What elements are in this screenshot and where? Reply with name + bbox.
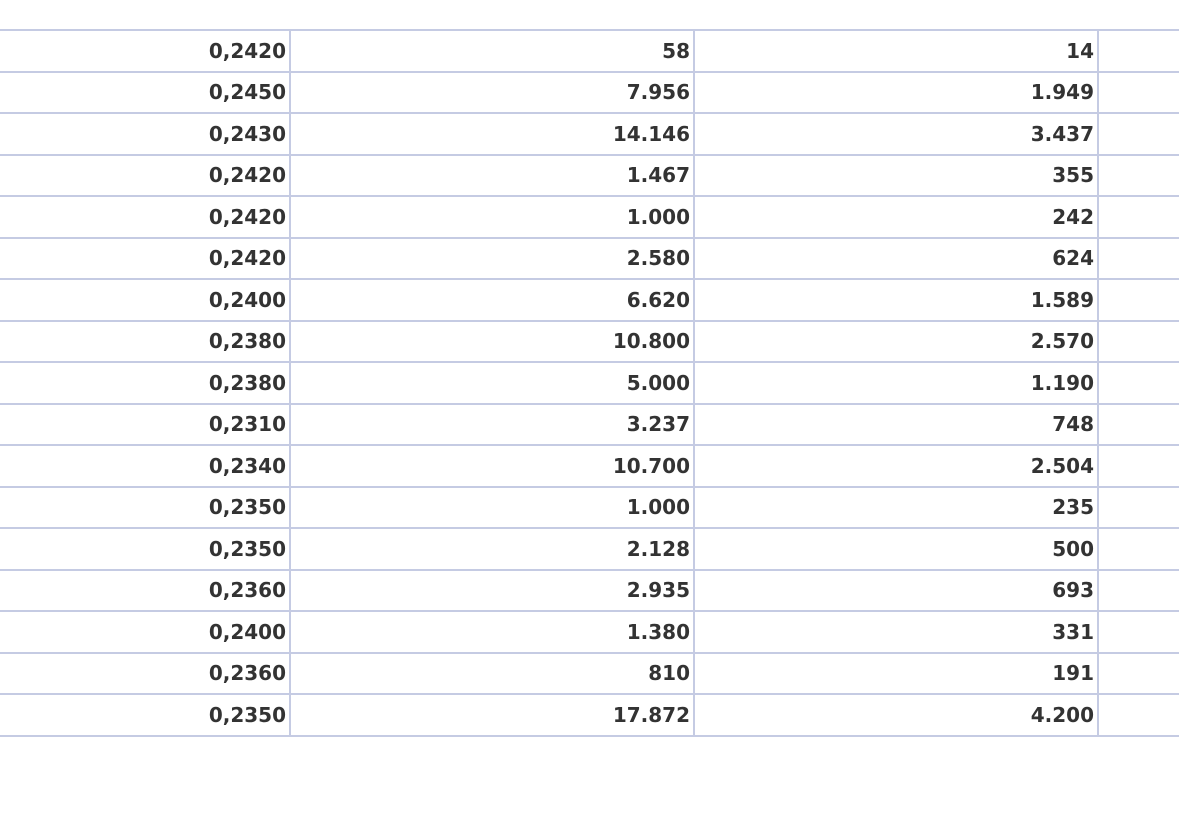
table-row: 0,2400 1.380 331 [0, 610, 1179, 654]
price-cell: 0,2350 [0, 527, 291, 571]
value-cell: 693 [694, 568, 1099, 612]
price-cell: 0,2420 [0, 29, 291, 73]
value-cell: 3.437 [694, 112, 1099, 156]
table-row: 0,2360 810 191 [0, 651, 1179, 695]
price-cell: 0,2380 [0, 319, 291, 363]
price-cell: 0,2420 [0, 236, 291, 280]
empty-cell [1098, 112, 1179, 156]
table-row: 0,2420 1.000 242 [0, 195, 1179, 239]
price-cell: 0,2430 [0, 112, 291, 156]
empty-cell [1098, 402, 1179, 446]
table-row: 0,2420 1.467 355 [0, 153, 1179, 197]
value-cell: 748 [694, 402, 1099, 446]
empty-cell [1098, 485, 1179, 529]
table-row: 0,2420 58 14 [0, 29, 1179, 73]
value-cell: 1.589 [694, 278, 1099, 322]
table-row: 0,2360 2.935 693 [0, 568, 1179, 612]
volume-cell: 2.580 [290, 236, 695, 280]
volume-cell: 17.872 [290, 693, 695, 737]
volume-cell: 6.620 [290, 278, 695, 322]
price-cell: 0,2360 [0, 568, 291, 612]
empty-cell [1098, 651, 1179, 695]
value-cell: 355 [694, 153, 1099, 197]
volume-cell: 10.800 [290, 319, 695, 363]
volume-cell: 3.237 [290, 402, 695, 446]
empty-cell [1098, 29, 1179, 73]
trades-table: 0,2420 58 14 0,2450 7.956 1.949 0,2430 14.146 3.… [0, 29, 1179, 737]
value-cell: 14 [694, 29, 1099, 73]
price-cell: 0,2380 [0, 361, 291, 405]
table-row: 0,2350 17.872 4.200 [0, 693, 1179, 737]
empty-cell [1098, 610, 1179, 654]
table-row: 0,2430 14.146 3.437 [0, 112, 1179, 156]
value-cell: 1.949 [694, 70, 1099, 114]
table-row: 0,2340 10.700 2.504 [0, 444, 1179, 488]
table-row: 0,2450 7.956 1.949 [0, 70, 1179, 114]
volume-cell: 10.700 [290, 444, 695, 488]
volume-cell: 2.935 [290, 568, 695, 612]
value-cell: 4.200 [694, 693, 1099, 737]
empty-cell [1098, 444, 1179, 488]
value-cell: 624 [694, 236, 1099, 280]
price-cell: 0,2360 [0, 651, 291, 695]
empty-cell [1098, 568, 1179, 612]
volume-cell: 1.000 [290, 485, 695, 529]
value-cell: 331 [694, 610, 1099, 654]
volume-cell: 5.000 [290, 361, 695, 405]
value-cell: 191 [694, 651, 1099, 695]
empty-cell [1098, 361, 1179, 405]
table-row: 0,2350 2.128 500 [0, 527, 1179, 571]
value-cell: 500 [694, 527, 1099, 571]
volume-cell: 1.380 [290, 610, 695, 654]
price-cell: 0,2420 [0, 153, 291, 197]
volume-cell: 2.128 [290, 527, 695, 571]
value-cell: 242 [694, 195, 1099, 239]
price-cell: 0,2350 [0, 485, 291, 529]
trades-table-container: 0,2420 58 14 0,2450 7.956 1.949 0,2430 14.146 3.… [0, 29, 1179, 737]
volume-cell: 1.467 [290, 153, 695, 197]
price-cell: 0,2350 [0, 693, 291, 737]
empty-cell [1098, 195, 1179, 239]
table-row: 0,2380 10.800 2.570 [0, 319, 1179, 363]
empty-cell [1098, 236, 1179, 280]
empty-cell [1098, 319, 1179, 363]
value-cell: 1.190 [694, 361, 1099, 405]
table-row: 0,2310 3.237 748 [0, 402, 1179, 446]
price-cell: 0,2310 [0, 402, 291, 446]
empty-cell [1098, 153, 1179, 197]
price-cell: 0,2450 [0, 70, 291, 114]
empty-cell [1098, 527, 1179, 571]
price-cell: 0,2340 [0, 444, 291, 488]
price-cell: 0,2400 [0, 610, 291, 654]
volume-cell: 58 [290, 29, 695, 73]
price-cell: 0,2400 [0, 278, 291, 322]
volume-cell: 14.146 [290, 112, 695, 156]
value-cell: 2.570 [694, 319, 1099, 363]
table-row: 0,2400 6.620 1.589 [0, 278, 1179, 322]
value-cell: 2.504 [694, 444, 1099, 488]
value-cell: 235 [694, 485, 1099, 529]
empty-cell [1098, 278, 1179, 322]
volume-cell: 7.956 [290, 70, 695, 114]
table-row: 0,2420 2.580 624 [0, 236, 1179, 280]
price-cell: 0,2420 [0, 195, 291, 239]
volume-cell: 810 [290, 651, 695, 695]
trades-table-body: 0,2420 58 14 0,2450 7.956 1.949 0,2430 14.146 3.… [0, 29, 1179, 737]
empty-cell [1098, 70, 1179, 114]
table-row: 0,2380 5.000 1.190 [0, 361, 1179, 405]
volume-cell: 1.000 [290, 195, 695, 239]
table-row: 0,2350 1.000 235 [0, 485, 1179, 529]
empty-cell [1098, 693, 1179, 737]
